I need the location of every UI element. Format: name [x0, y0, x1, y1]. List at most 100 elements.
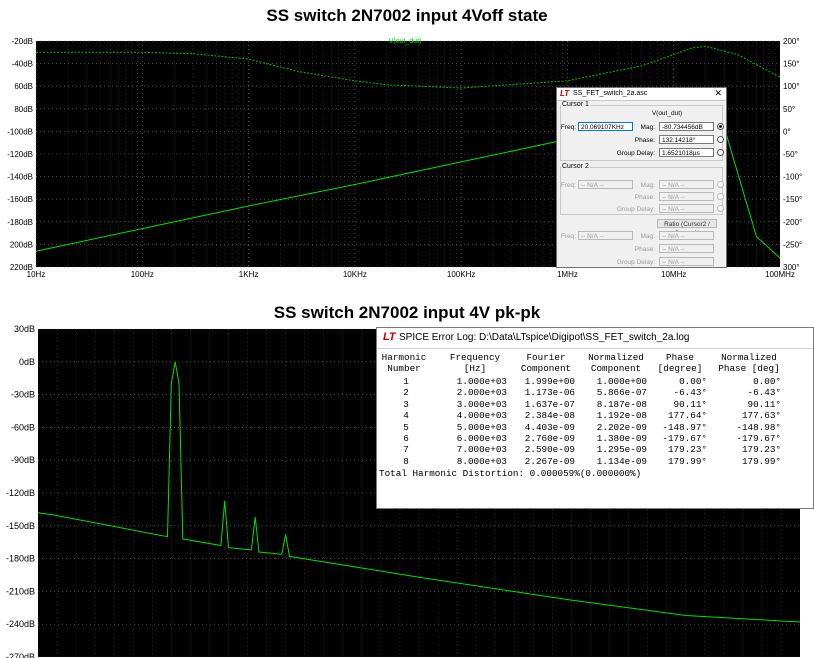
log-cell: 1 [403, 376, 409, 387]
log-cell: Harmonic [381, 352, 427, 363]
log-cell: Normalized [721, 352, 777, 363]
log-data-row: 3 3.000e+03 1.637e-07 8.187e-08 90.11° 90.11° [377, 399, 813, 410]
cursor-dialog-titlebar[interactable]: LT SS_FET_switch_2a.asc ✕ [557, 88, 726, 101]
bottom-y-tick-label: -30dB [11, 390, 35, 400]
cursor2-phase-label: Phase: [634, 194, 655, 201]
ratio-mag-label: Mag: [640, 233, 655, 240]
cursor-dialog-title: SS_FET_switch_2a.asc [573, 90, 648, 97]
log-data-row: 4 4.000e+03 2.384e-08 1.192e-08 177.64° 177.6… [377, 410, 813, 421]
log-data-row: 1 1.000e+03 1.999e+00 1.000e+00 0.00° 0.00° [377, 376, 813, 387]
top-x-tick-label: 100MHz [765, 270, 795, 279]
log-cell: Phase [666, 352, 694, 363]
log-cell: 0.00° [753, 376, 781, 387]
log-data-row: 6 6.000e+03 2.760e-09 1.380e-09 -179.67° -179… [377, 433, 813, 444]
ltspice-logo-icon: LT [383, 331, 396, 343]
top-y2-tick-label: 200° [783, 37, 800, 46]
top-x-tick-label: 10Hz [27, 270, 46, 279]
log-cell: 2 [403, 387, 409, 399]
bottom-y-tick-label: -210dB [6, 586, 35, 596]
bottom-y-tick-label: -60dB [11, 422, 35, 432]
ratio-gd-field: -- N/A -- [659, 257, 714, 266]
cursor2-mag-field: -- N/A -- [659, 180, 714, 189]
top-y-tick-label: -160dB [7, 195, 33, 204]
cursor-dialog[interactable]: LT SS_FET_switch_2a.asc ✕ Cursor 1 V(out… [556, 87, 727, 268]
log-cell: 179.99° [741, 455, 781, 467]
cursor2-gd-radio [717, 205, 724, 212]
cursor1-phase-field[interactable]: 132.14218° [659, 135, 714, 144]
log-cell: 4.000e+03 [456, 410, 507, 422]
log-cell: 2.202e-09 [596, 421, 647, 433]
trace-label-out-dut[interactable]: V(out_dut) [389, 38, 422, 45]
error-log-body[interactable]: Harmonic Frequency Fourier Normalized Phase N… [377, 349, 813, 508]
log-cell: 7.000e+03 [456, 444, 507, 456]
close-icon[interactable]: ✕ [714, 88, 722, 99]
cursor1-mag-field[interactable]: -80.734456dB [659, 122, 714, 131]
log-cell: 179.23° [667, 444, 707, 456]
top-y-tick-label: 200dB [10, 240, 33, 249]
log-cell: [degree] [657, 363, 703, 374]
log-cell: 6 [403, 433, 409, 444]
log-cell: 3 [403, 398, 409, 410]
cursor1-freq-field[interactable]: 20.069107KHz [578, 122, 633, 131]
log-cell: 1.637e-07 [524, 398, 575, 410]
log-cell: -6.43° [673, 387, 707, 399]
log-cell: Number [387, 363, 421, 374]
log-cell: 8.187e-08 [596, 398, 647, 410]
cursor2-freq-field: -- N/A -- [578, 180, 633, 189]
log-cell: 7 [403, 444, 409, 456]
cursor2-group-label: Cursor 2 [561, 163, 590, 170]
top-x-tick-label: 10KHz [343, 270, 367, 279]
log-cell: -148.97° [662, 421, 707, 433]
cursor1-mag-radio[interactable] [717, 123, 724, 130]
ratio-freq-field: -- N/A -- [578, 231, 633, 240]
top-y-tick-label: -100dB [7, 127, 33, 136]
cursor2-gd-label: Group Delay: [616, 206, 655, 213]
log-cell: 1.192e-08 [596, 410, 647, 422]
cursor1-gd-field[interactable]: 1.6521018µs [659, 148, 714, 157]
error-log-titlebar[interactable]: LT SPICE Error Log: D:\Data\LTspice\Digi… [377, 328, 813, 349]
top-y2-tick-label: -250° [783, 240, 802, 249]
top-y2-tick-label: 150° [783, 60, 800, 69]
bottom-y-tick-label: -90dB [11, 455, 35, 465]
ratio-freq-label: Freq: [560, 233, 576, 240]
log-cell: 5.866e-07 [596, 387, 647, 399]
top-y-tick-label: -180dB [7, 218, 33, 227]
top-y2-tick-label: 100° [783, 82, 800, 91]
top-y-tick-label: 60dB [14, 82, 33, 91]
ratio-label: Ratio (Cursor2 / Cursor1) [657, 219, 717, 237]
log-cell: 177.63° [741, 410, 781, 422]
log-cell: 0.00° [679, 376, 707, 387]
top-y-tick-label: -40dB [12, 60, 33, 69]
log-cell: Frequency [449, 352, 501, 363]
cursor1-gd-radio[interactable] [717, 149, 724, 156]
log-cell: 1.999e+00 [524, 376, 575, 387]
log-cell: Component [520, 363, 572, 374]
log-cell: -179.67° [662, 433, 707, 444]
cursor1-phase-radio[interactable] [717, 136, 724, 143]
log-cell: 90.11° [747, 398, 781, 410]
top-y2-tick-label: -200° [783, 218, 802, 227]
bottom-y-tick-label: 0dB [19, 357, 35, 367]
top-x-tick-label: 1KHz [239, 270, 259, 279]
log-cell: 8.000e+03 [456, 455, 507, 467]
cursor1-phase-label: Phase: [634, 137, 655, 144]
bottom-chart-title: SS switch 2N7002 input 4V pk-pk [273, 303, 541, 322]
cursor1-freq-label: Freq: [560, 124, 576, 131]
log-cell: 2.267e-09 [524, 455, 575, 467]
log-data-row: 7 7.000e+03 2.590e-09 1.295e-09 179.23° 179.2… [377, 444, 813, 455]
cursor2-gd-field: -- N/A -- [659, 204, 714, 213]
top-y2-tick-label: -100° [783, 173, 802, 182]
log-cell: -6.43° [747, 387, 781, 399]
top-x-tick-label: 100Hz [131, 270, 154, 279]
error-log-window[interactable]: LT SPICE Error Log: D:\Data\LTspice\Digi… [376, 327, 814, 509]
log-cell: -179.67° [736, 433, 781, 444]
top-y-tick-label: -140dB [7, 173, 33, 182]
cursor2-phase-field: -- N/A -- [659, 192, 714, 201]
top-x-tick-label: 10MHz [661, 270, 686, 279]
cursor2-mag-radio [717, 181, 724, 188]
top-y-tick-label: 80dB [14, 105, 33, 114]
bottom-y-tick-label: -120dB [6, 488, 35, 498]
log-cell: 1.295e-09 [596, 444, 647, 456]
bottom-y-tick-label: -180dB [6, 554, 35, 564]
top-y2-tick-label: -50° [783, 150, 798, 159]
